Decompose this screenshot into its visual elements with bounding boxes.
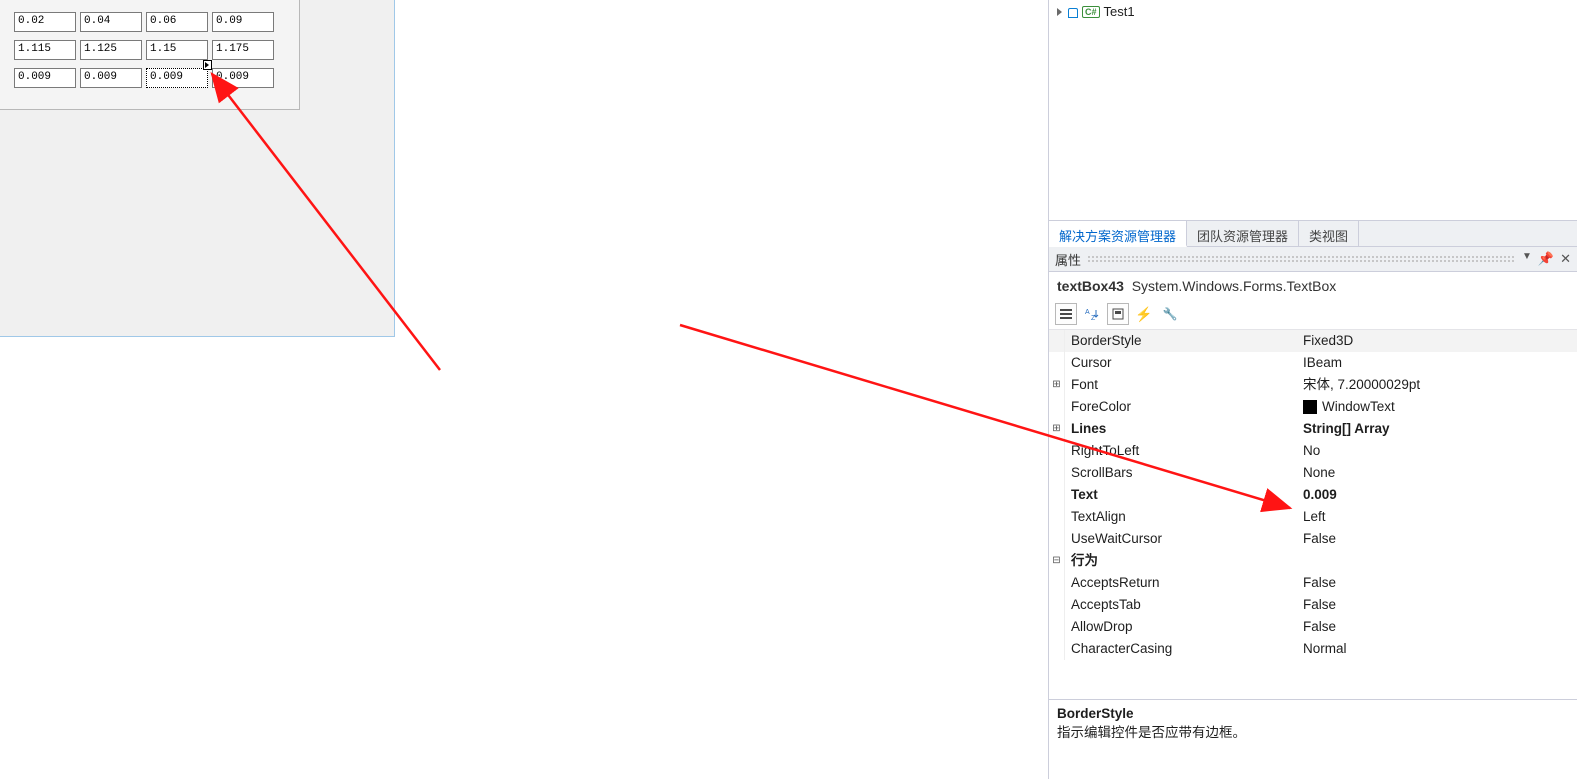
designer-groupbox: 0.02 0.04 0.06 0.09 1.115 1.125 1.15 1.1…	[0, 0, 300, 110]
prop-name: AllowDrop	[1065, 616, 1299, 638]
prop-value[interactable]: False	[1299, 594, 1577, 616]
textbox-cell[interactable]: 0.04	[80, 12, 142, 32]
properties-toolbar: AZ ⚡ 🔧	[1049, 300, 1577, 330]
prop-row-allowdrop[interactable]: AllowDrop False	[1049, 616, 1577, 638]
prop-value[interactable]: Left	[1299, 506, 1577, 528]
color-swatch-icon	[1303, 400, 1317, 414]
form-designer-surface[interactable]: 0.02 0.04 0.06 0.09 1.115 1.125 1.15 1.1…	[0, 0, 395, 337]
prop-row-lines[interactable]: ⊞ Lines String[] Array	[1049, 418, 1577, 440]
textbox-cell[interactable]: 0.009	[212, 68, 274, 88]
prop-row-cursor[interactable]: Cursor IBeam	[1049, 352, 1577, 374]
tab-solution-explorer[interactable]: 解决方案资源管理器	[1049, 221, 1187, 247]
right-tool-column: C# Test1 解决方案资源管理器 团队资源管理器 类视图 属性 ▼ 📌 ✕ …	[1048, 0, 1577, 779]
solution-tree-item[interactable]: C# Test1	[1049, 0, 1577, 23]
prop-value[interactable]: String[] Array	[1299, 418, 1577, 440]
prop-value[interactable]: IBeam	[1299, 352, 1577, 374]
prop-name: AcceptsReturn	[1065, 572, 1299, 594]
prop-value[interactable]: 0.009	[1299, 484, 1577, 506]
pin-icon[interactable]: 📌	[1538, 251, 1554, 267]
events-button[interactable]: ⚡	[1133, 303, 1155, 325]
prop-value[interactable]: Normal	[1299, 638, 1577, 660]
prop-name: Text	[1065, 484, 1299, 506]
textbox-cell[interactable]: 1.115	[14, 40, 76, 60]
property-desc-text: 指示编辑控件是否应带有边框。	[1057, 721, 1569, 741]
solution-explorer-pane[interactable]: C# Test1	[1049, 0, 1577, 220]
category-label: 行为	[1065, 550, 1299, 572]
prop-row-font[interactable]: ⊞ Font 宋体, 7.20000029pt	[1049, 374, 1577, 396]
tree-item-label: Test1	[1104, 4, 1135, 19]
collapse-icon[interactable]: ⊟	[1049, 550, 1065, 572]
prop-category-behavior[interactable]: ⊟ 行为	[1049, 550, 1577, 572]
textbox-cell[interactable]: 0.009	[80, 68, 142, 88]
prop-row-textalign[interactable]: TextAlign Left	[1049, 506, 1577, 528]
properties-object-selector[interactable]: textBox43 System.Windows.Forms.TextBox	[1049, 272, 1577, 300]
categorized-button[interactable]	[1055, 303, 1077, 325]
svg-text:A: A	[1085, 309, 1090, 316]
prop-row-rtl[interactable]: RightToLeft No	[1049, 440, 1577, 462]
expand-icon[interactable]: ⊞	[1049, 374, 1065, 396]
textbox-cell[interactable]: 1.175	[212, 40, 274, 60]
prop-row-charactercasing[interactable]: CharacterCasing Normal	[1049, 638, 1577, 660]
textbox-cell[interactable]: 0.02	[14, 12, 76, 32]
textbox-cell-selected[interactable]: 0.009	[146, 68, 208, 88]
textbox-cell[interactable]: 0.09	[212, 12, 274, 32]
tool-window-tabstrip: 解决方案资源管理器 团队资源管理器 类视图	[1049, 220, 1577, 247]
messages-button[interactable]: 🔧	[1159, 303, 1181, 325]
prop-name: RightToLeft	[1065, 440, 1299, 462]
prop-value[interactable]: 宋体, 7.20000029pt	[1299, 374, 1577, 396]
prop-name: Lines	[1065, 418, 1299, 440]
prop-name: BorderStyle	[1065, 330, 1299, 352]
prop-name: ForeColor	[1065, 396, 1299, 418]
prop-name: Font	[1065, 374, 1299, 396]
prop-value[interactable]: None	[1299, 462, 1577, 484]
prop-value[interactable]: WindowText	[1299, 396, 1577, 418]
prop-value[interactable]: False	[1299, 616, 1577, 638]
properties-title-label: 属性	[1055, 250, 1081, 269]
prop-row-scrollbars[interactable]: ScrollBars None	[1049, 462, 1577, 484]
textbox-cell[interactable]: 0.009	[14, 68, 76, 88]
window-position-dropdown-icon[interactable]: ▼	[1522, 251, 1532, 267]
prop-name: CharacterCasing	[1065, 638, 1299, 660]
prop-value[interactable]: No	[1299, 440, 1577, 462]
alphabetical-button[interactable]: AZ	[1081, 303, 1103, 325]
prop-name: Cursor	[1065, 352, 1299, 374]
prop-row-forecolor[interactable]: ForeColor WindowText	[1049, 396, 1577, 418]
tab-class-view[interactable]: 类视图	[1299, 221, 1359, 246]
properties-pane: 属性 ▼ 📌 ✕ textBox43 System.Windows.Forms.…	[1049, 247, 1577, 779]
prop-value[interactable]: False	[1299, 528, 1577, 550]
expand-triangle-icon[interactable]	[1057, 8, 1062, 16]
prop-row-usewaitcursor[interactable]: UseWaitCursor False	[1049, 528, 1577, 550]
textbox-cell[interactable]: 0.06	[146, 12, 208, 32]
prop-row-acceptstab[interactable]: AcceptsTab False	[1049, 594, 1577, 616]
prop-name: ScrollBars	[1065, 462, 1299, 484]
prop-name: AcceptsTab	[1065, 594, 1299, 616]
property-grid[interactable]: BorderStyle Fixed3D Cursor IBeam ⊞ Font …	[1049, 330, 1577, 699]
prop-row-text[interactable]: Text 0.009	[1049, 484, 1577, 506]
tab-team-explorer[interactable]: 团队资源管理器	[1187, 221, 1299, 246]
textbox-cell[interactable]: 1.125	[80, 40, 142, 60]
textbox-cell[interactable]: 1.15	[146, 40, 208, 60]
csharp-badge-icon: C#	[1082, 6, 1100, 18]
object-type: System.Windows.Forms.TextBox	[1132, 278, 1337, 294]
lock-icon	[1068, 8, 1078, 18]
object-name: textBox43	[1057, 278, 1124, 294]
smart-tag-glyph-icon[interactable]	[203, 60, 212, 70]
expand-icon[interactable]: ⊞	[1049, 418, 1065, 440]
properties-titlebar: 属性 ▼ 📌 ✕	[1049, 247, 1577, 272]
property-desc-title: BorderStyle	[1057, 706, 1569, 721]
prop-value[interactable]: Fixed3D	[1299, 330, 1577, 352]
property-pages-button[interactable]	[1107, 303, 1129, 325]
prop-name: UseWaitCursor	[1065, 528, 1299, 550]
prop-name: TextAlign	[1065, 506, 1299, 528]
prop-value[interactable]: False	[1299, 572, 1577, 594]
grip-dots-icon	[1087, 255, 1516, 263]
prop-row-borderstyle[interactable]: BorderStyle Fixed3D	[1049, 330, 1577, 352]
close-icon[interactable]: ✕	[1560, 251, 1571, 267]
property-description-area: BorderStyle 指示编辑控件是否应带有边框。	[1049, 699, 1577, 779]
prop-row-acceptsreturn[interactable]: AcceptsReturn False	[1049, 572, 1577, 594]
